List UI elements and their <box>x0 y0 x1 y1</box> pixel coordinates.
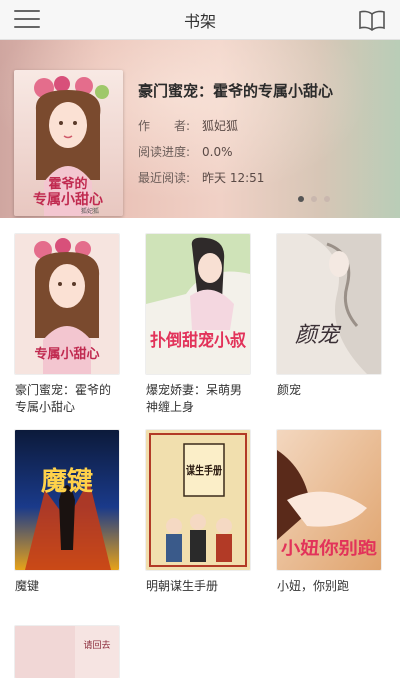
cover-title: 请回去 <box>83 639 110 651</box>
book-item[interactable]: 颜宠 颜宠 <box>277 234 381 416</box>
book-cover[interactable]: 魔键 <box>15 430 119 570</box>
book-cover[interactable]: 谋生手册 <box>146 430 250 570</box>
page-title: 书架 <box>183 11 216 31</box>
progress-value: 0.0% <box>202 145 233 159</box>
book-cover[interactable]: 专属小甜心 <box>15 234 119 374</box>
book-cover[interactable]: 扑倒甜宠小叔 <box>146 234 250 374</box>
author-row: 作 者: 狐妃狐 <box>138 117 388 134</box>
book-cover[interactable]: 颜宠 <box>277 234 381 374</box>
book-item[interactable]: 请回去 <box>15 626 119 678</box>
book-item[interactable]: 谋生手册 明朝谋生手册 <box>146 430 250 612</box>
book-title: 明朝谋生手册 <box>146 579 219 593</box>
last-read-row: 最近阅读: 昨天 12:51 <box>138 169 388 186</box>
carousel-indicator <box>298 196 330 202</box>
cover-title: 魔键 <box>41 466 93 497</box>
featured-book-cover[interactable]: 霍爷的 专属小甜心 狐妃狐 <box>14 70 123 216</box>
book-item[interactable]: 魔键 魔键 <box>15 430 119 612</box>
featured-cover-author: 狐妃狐 <box>81 207 99 215</box>
progress-row: 阅读进度: 0.0% <box>138 143 388 160</box>
open-book-icon[interactable] <box>358 9 386 31</box>
menu-icon[interactable] <box>14 10 40 30</box>
featured-cover-text-a: 霍爷的 <box>48 176 87 192</box>
author-label: 作 者: <box>138 119 191 133</box>
book-cover[interactable]: 小妞你别跑 <box>277 430 381 570</box>
book-title: 颜宠 <box>277 383 302 397</box>
author-value: 狐妃狐 <box>202 119 239 133</box>
featured-book-info: 豪门蜜宠：霍爷的专属小甜心 作 者: 狐妃狐 阅读进度: 0.0% 最近阅读: 昨天 … <box>138 80 388 195</box>
cover-title: 扑倒甜宠小叔 <box>150 330 247 351</box>
book-title: 豪门蜜宠：霍爷的专属小甜心 <box>15 383 112 414</box>
featured-book-title: 豪门蜜宠：霍爷的专属小甜心 <box>138 82 334 100</box>
cover-title: 专属小甜心 <box>34 346 99 362</box>
book-item[interactable]: 扑倒甜宠小叔 爆宠娇妻：呆萌男神缠上身 <box>146 234 250 416</box>
last-read-label: 最近阅读: <box>138 171 191 185</box>
carousel-dot[interactable] <box>311 196 317 202</box>
progress-label: 阅读进度: <box>138 145 191 159</box>
book-cover[interactable]: 请回去 <box>15 626 119 678</box>
book-title: 爆宠娇妻：呆萌男神缠上身 <box>146 383 243 414</box>
featured-cover-text-b: 专属小甜心 <box>33 191 103 208</box>
last-read-value: 昨天 12:51 <box>202 171 265 185</box>
carousel-dot[interactable] <box>324 196 330 202</box>
cover-title: 谋生手册 <box>186 463 222 477</box>
recent-book-banner[interactable]: 霍爷的 专属小甜心 狐妃狐 豪门蜜宠：霍爷的专属小甜心 作 者: 狐妃狐 阅读进度… <box>0 40 400 218</box>
cover-title: 小妞你别跑 <box>281 538 377 559</box>
book-title: 魔键 <box>15 579 40 593</box>
book-item[interactable]: 专属小甜心 豪门蜜宠：霍爷的专属小甜心 <box>15 234 119 416</box>
cover-title: 颜宠 <box>295 323 342 348</box>
book-item[interactable]: 小妞你别跑 小妞，你别跑 <box>277 430 381 612</box>
book-title: 小妞，你别跑 <box>277 579 350 593</box>
top-navigation-bar: 书架 <box>0 0 400 40</box>
carousel-dot[interactable] <box>298 196 304 202</box>
